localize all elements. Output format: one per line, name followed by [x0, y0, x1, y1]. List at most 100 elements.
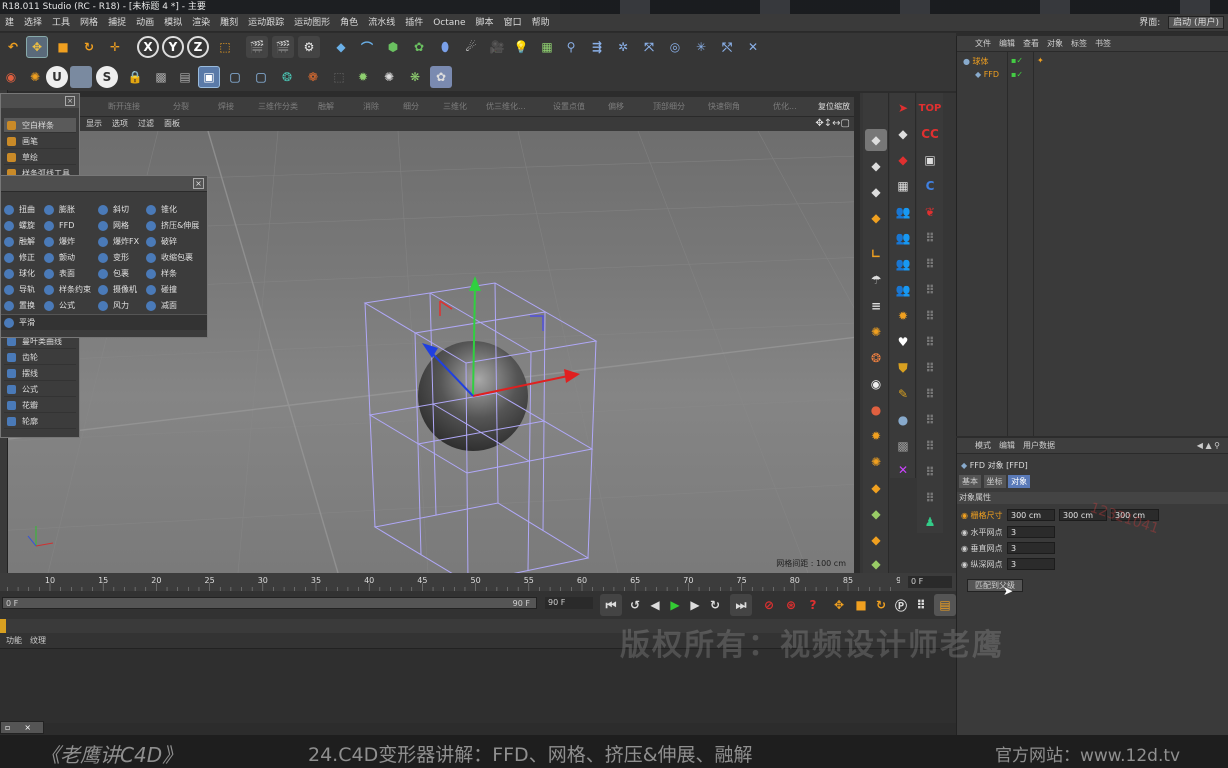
- attr-subtab-coord[interactable]: 坐标: [983, 475, 1006, 488]
- cube-3-icon[interactable]: ◆: [865, 181, 887, 203]
- mograph-2-icon[interactable]: ❁: [302, 66, 324, 88]
- deformer-shrink-wrap[interactable]: 收缩包裹: [143, 250, 193, 266]
- record-key-icon[interactable]: ⊘: [758, 594, 780, 616]
- deformer-melt[interactable]: 融解: [1, 234, 35, 250]
- deformer-morph[interactable]: 变形: [95, 250, 129, 266]
- object-row-ffd[interactable]: ◆ FFD: [975, 70, 999, 82]
- menu-item[interactable]: 帮助: [527, 14, 555, 32]
- environment-icon[interactable]: ⚲: [560, 36, 582, 58]
- bird-icon[interactable]: ❦: [919, 201, 941, 223]
- workplane-icon[interactable]: ▤: [174, 66, 196, 88]
- disabled-icon[interactable]: ⬚: [328, 66, 350, 88]
- key-rotate-icon[interactable]: ↻: [870, 594, 892, 616]
- viewport-nav-icon[interactable]: ✥↕↔▢: [815, 117, 850, 131]
- deformer-twist[interactable]: 扭曲: [1, 202, 35, 218]
- parachute-icon[interactable]: ☂: [865, 269, 887, 291]
- x-axis-icon[interactable]: X: [137, 36, 159, 58]
- nav-arrows-icon[interactable]: ◀ ▲ ⚲: [1197, 438, 1220, 454]
- depth-points-field[interactable]: 3: [1007, 558, 1055, 570]
- dots-6-icon[interactable]: ⠿: [919, 357, 941, 379]
- cube-4-icon[interactable]: ◆: [865, 207, 887, 229]
- command-tab[interactable]: 细分: [403, 101, 419, 112]
- command-tab[interactable]: 断开连接: [108, 101, 140, 112]
- xb-icon[interactable]: ✕: [892, 459, 914, 481]
- viewport-icon[interactable]: ▢: [224, 66, 246, 88]
- plane-4-icon[interactable]: ◆: [865, 553, 887, 575]
- z-axis-icon[interactable]: Z: [187, 36, 209, 58]
- spline-item[interactable]: 公式: [4, 382, 76, 397]
- dots-icon[interactable]: ⠿: [919, 227, 941, 249]
- deformer-taper[interactable]: 锥化: [143, 202, 177, 218]
- viewport-menu-item[interactable]: 选项: [112, 117, 128, 131]
- model-mode-icon[interactable]: [70, 66, 92, 88]
- c-icon[interactable]: C: [919, 175, 941, 197]
- deformer-explosion[interactable]: 爆炸: [41, 234, 75, 250]
- fit-to-parent-button[interactable]: 匹配到父级: [967, 579, 1023, 592]
- viewport-2-icon[interactable]: ▢: [250, 66, 272, 88]
- u-mode-icon[interactable]: U: [46, 66, 68, 88]
- key-param-icon[interactable]: Ⓟ: [890, 594, 912, 616]
- cube-icon[interactable]: ◆: [865, 129, 887, 151]
- rotate-icon[interactable]: ↻: [78, 36, 100, 58]
- command-tab[interactable]: 顶部细分: [653, 101, 685, 112]
- sun-icon[interactable]: ✺: [24, 66, 46, 88]
- pencil-icon[interactable]: ✎: [892, 383, 914, 405]
- command-tab[interactable]: 偏移: [608, 101, 624, 112]
- deformer-ffd[interactable]: FFD: [41, 218, 74, 234]
- cube-icon[interactable]: ◆: [330, 36, 352, 58]
- dots-7-icon[interactable]: ⠿: [919, 383, 941, 405]
- command-tab[interactable]: 优化...: [773, 101, 797, 112]
- render-settings-icon[interactable]: ⚙: [298, 36, 320, 58]
- corner-icon[interactable]: ∟: [865, 243, 887, 265]
- horizontal-points-field[interactable]: 3: [1007, 526, 1055, 538]
- current-frame-field[interactable]: 0 F: [908, 576, 952, 588]
- array-icon[interactable]: ✿: [408, 36, 430, 58]
- spline-item[interactable]: 齿轮: [4, 350, 76, 365]
- visibility-check-icon[interactable]: ▪✓: [1011, 70, 1023, 79]
- menu-item[interactable]: 角色: [335, 14, 363, 32]
- tag-icon[interactable]: ✦: [1037, 56, 1044, 65]
- deformer-correction[interactable]: 修正: [1, 250, 35, 266]
- viewport-menu-item[interactable]: 面板: [164, 117, 180, 131]
- deformer-spline[interactable]: 样条: [143, 266, 177, 282]
- deformer-shatter[interactable]: 破碎: [143, 234, 177, 250]
- bars-icon[interactable]: ≡: [865, 295, 887, 317]
- deformer-bulge[interactable]: 膨胀: [41, 202, 75, 218]
- next-frame-icon[interactable]: ▶: [684, 594, 706, 616]
- next-key-icon[interactable]: ↻: [704, 594, 726, 616]
- timeline-window-icon[interactable]: ▤: [934, 594, 956, 616]
- deformer-spherify[interactable]: 球化: [1, 266, 35, 282]
- circle-icon[interactable]: ◉: [865, 373, 887, 395]
- deformer-polygon-reduction[interactable]: 减面: [143, 298, 177, 314]
- spline-item[interactable]: 画笔: [4, 134, 76, 149]
- layout-select[interactable]: 启动 (用户): [1168, 16, 1224, 29]
- move-icon[interactable]: ✥: [26, 36, 48, 58]
- attr-menu-item[interactable]: 用户数据: [1023, 441, 1055, 450]
- deformer-squash-stretch[interactable]: 挤压&伸展: [143, 218, 199, 234]
- menu-item[interactable]: 运动跟踪: [243, 14, 289, 32]
- viewport-menu-item[interactable]: 过滤: [138, 117, 154, 131]
- plane-icon[interactable]: ◆: [865, 477, 887, 499]
- om-menu-item[interactable]: 书签: [1095, 36, 1111, 52]
- cc-icon[interactable]: CC: [919, 123, 941, 145]
- deformer-palette-header[interactable]: ×: [1, 176, 207, 192]
- deformer-wrap[interactable]: 包裹: [95, 266, 129, 282]
- last-frame-icon[interactable]: ⏭: [730, 594, 752, 616]
- deformer-surface[interactable]: 表面: [41, 266, 75, 282]
- command-tab[interactable]: 分裂: [173, 101, 189, 112]
- frame-range-slider[interactable]: 0 F 90 F: [2, 597, 537, 609]
- material-menu-item[interactable]: 纹理: [30, 636, 46, 645]
- live-select-icon[interactable]: ✛: [104, 36, 126, 58]
- nurbs-icon[interactable]: ⬢: [382, 36, 404, 58]
- menu-item[interactable]: 网格: [75, 14, 103, 32]
- tool-3-icon[interactable]: ◎: [664, 36, 686, 58]
- effector-4-icon[interactable]: ✿: [430, 66, 452, 88]
- vertical-points-field[interactable]: 3: [1007, 542, 1055, 554]
- people-4-icon[interactable]: 👥: [892, 279, 914, 301]
- close-icon[interactable]: ×: [24, 723, 31, 732]
- om-menu-item[interactable]: 标签: [1071, 36, 1087, 52]
- auto-key-icon[interactable]: ⊛: [780, 594, 802, 616]
- key-pla-icon[interactable]: ⠿: [910, 594, 932, 616]
- deformer-smoothing[interactable]: 平滑: [1, 314, 207, 330]
- menu-item[interactable]: 脚本: [471, 14, 499, 32]
